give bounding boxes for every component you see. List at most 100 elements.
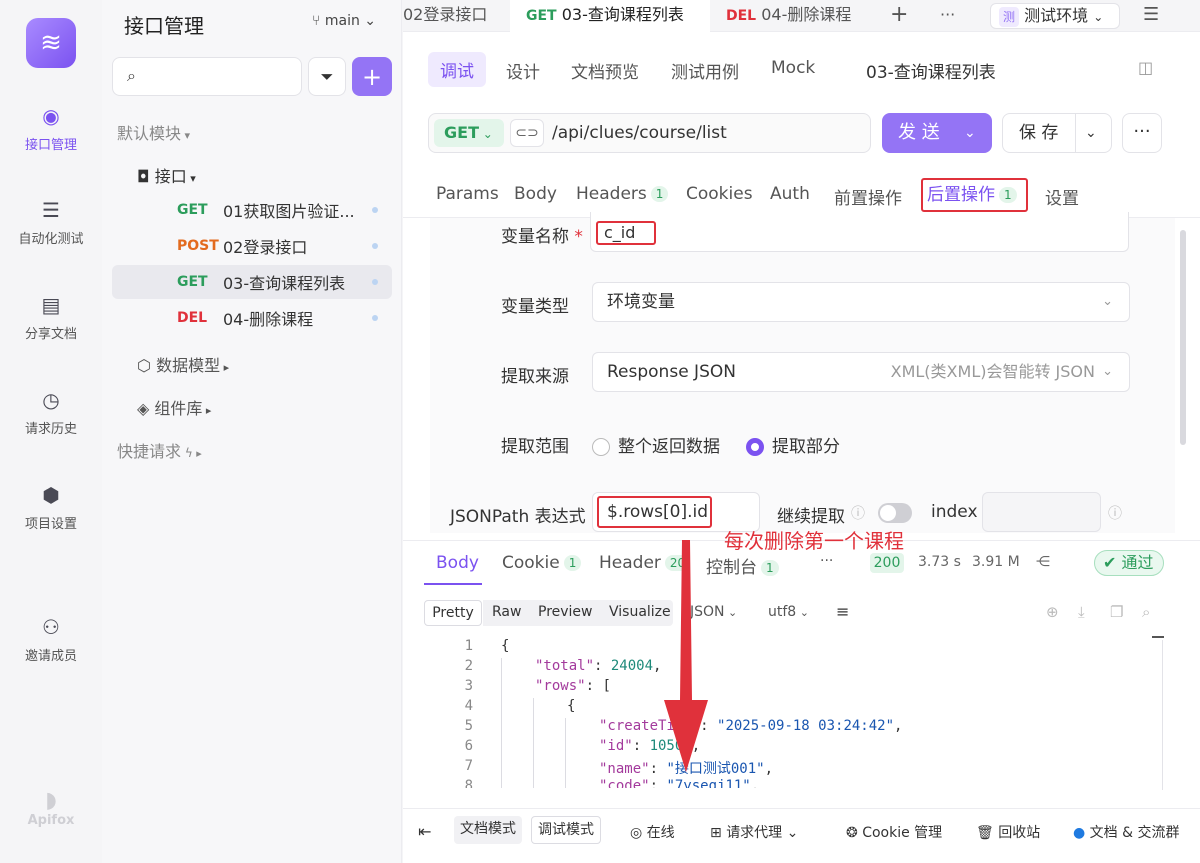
method-selector[interactable]: GET ⌄ bbox=[434, 119, 504, 147]
var-name-input[interactable]: c_id bbox=[596, 221, 656, 245]
environment-selector[interactable]: 测 测试环境 ⌄ bbox=[990, 3, 1120, 29]
cookie-manager[interactable]: ❂ Cookie 管理 bbox=[846, 822, 942, 842]
send-button[interactable]: 发 送 ⌄ bbox=[882, 113, 992, 153]
count-badge: 1 bbox=[761, 560, 779, 576]
rail-item-invite[interactable]: ⚇ 邀请成员 bbox=[0, 615, 102, 664]
resp-tab-cookie[interactable]: Cookie 1 bbox=[502, 553, 582, 573]
var-type-select[interactable]: 环境变量 ⌄ bbox=[592, 282, 1130, 322]
branch-selector[interactable]: ⑂ main ⌄ bbox=[312, 13, 376, 29]
tree-quick-request[interactable]: 快捷请求 ϟ ▸ bbox=[117, 438, 202, 462]
status-dot bbox=[372, 243, 378, 249]
subtab-mock[interactable]: Mock bbox=[771, 58, 815, 78]
source-select[interactable]: Response JSON XML(类XML)会智能转 JSON ⌄ bbox=[592, 352, 1130, 392]
scope-part-radio[interactable]: 提取部分 bbox=[746, 432, 840, 457]
rail-item-history[interactable]: ◷ 请求历史 bbox=[0, 388, 102, 437]
tree-folder-interfaces[interactable]: ◘ 接口 ▾ bbox=[137, 163, 196, 187]
tab-post-operation[interactable]: 后置操作 1 bbox=[921, 178, 1028, 212]
status-dot bbox=[372, 207, 378, 213]
tree-components[interactable]: ◈ 组件库 ▸ bbox=[137, 395, 211, 419]
var-name-label: 变量名称 * bbox=[501, 227, 583, 247]
wrap-icon[interactable]: ≡ bbox=[836, 600, 849, 626]
collapse-panel-icon[interactable]: ⇤ bbox=[418, 822, 431, 841]
tab-params[interactable]: Params bbox=[436, 184, 499, 204]
format-visualize[interactable]: Visualize bbox=[609, 600, 671, 626]
download-icon[interactable]: ⤓ bbox=[1078, 600, 1085, 626]
rail-item-automation[interactable]: ☰ 自动化测试 bbox=[0, 198, 102, 247]
tab-cookies[interactable]: Cookies bbox=[686, 184, 753, 204]
format-preview[interactable]: Preview bbox=[538, 600, 593, 626]
new-tab-button[interactable]: + bbox=[890, 0, 908, 32]
chevron-down-icon[interactable]: ⌄ bbox=[964, 113, 976, 153]
caret-right-icon: ▸ bbox=[220, 361, 230, 374]
online-status[interactable]: ◎ 在线 bbox=[630, 822, 675, 842]
scope-whole-radio[interactable]: 整个返回数据 bbox=[592, 432, 720, 457]
rail-item-project-settings[interactable]: ⬢ 项目设置 bbox=[0, 483, 102, 532]
tree-api-item[interactable]: GET 01获取图片验证... bbox=[112, 193, 392, 227]
scroll-top-icon[interactable]: ⊕ bbox=[1046, 600, 1059, 626]
jsonpath-label: JSONPath 表达式 bbox=[450, 507, 586, 527]
tab-settings[interactable]: 设置 bbox=[1045, 184, 1079, 209]
menu-icon[interactable]: ☰ bbox=[1143, 0, 1159, 32]
tab-pre-operation[interactable]: 前置操作 bbox=[834, 184, 902, 209]
help-icon[interactable]: ⓘ bbox=[851, 503, 865, 523]
response-code-view[interactable]: 1 { 2 "total": 24004, 3 "rows": [ 4 { 5 … bbox=[403, 636, 1163, 788]
tree-search-input[interactable]: ⌕ bbox=[112, 57, 302, 96]
more-horizontal-icon[interactable]: ··· bbox=[820, 553, 833, 569]
api-folder-icon: ◘ bbox=[137, 167, 150, 186]
rail-item-api-management[interactable]: ◉ 接口管理 bbox=[0, 104, 102, 153]
code-scrollbar[interactable] bbox=[1152, 636, 1164, 638]
doc-mode-button[interactable]: 文档模式 bbox=[454, 816, 522, 844]
tab-more-button[interactable]: ··· bbox=[940, 0, 955, 32]
app-logo-icon[interactable]: ≋ bbox=[26, 18, 76, 68]
tree-api-item[interactable]: DEL 04-删除课程 bbox=[112, 301, 392, 335]
format-pretty[interactable]: Pretty bbox=[424, 600, 482, 626]
format-raw[interactable]: Raw bbox=[492, 600, 521, 626]
divider bbox=[1075, 114, 1076, 152]
tab-course-list[interactable]: GET 03-查询课程列表 bbox=[510, 0, 710, 32]
tree-api-item-selected[interactable]: GET 03-查询课程列表 bbox=[112, 265, 392, 299]
debug-mode-button[interactable]: 调试模式 bbox=[531, 816, 601, 844]
filter-button[interactable]: ⏷ bbox=[308, 57, 346, 96]
proxy-menu[interactable]: ⊞ 请求代理 ⌄ bbox=[710, 822, 798, 842]
filter-icon: ⏷ bbox=[320, 66, 334, 86]
tab-delete-course[interactable]: DEL 04-删除课程 bbox=[712, 0, 872, 32]
subtab-debug[interactable]: 调试 bbox=[428, 52, 486, 87]
tab-body[interactable]: Body bbox=[514, 184, 557, 204]
resp-tab-console[interactable]: 控制台 1 bbox=[706, 553, 779, 578]
link-icon[interactable]: ⊂⊃ bbox=[510, 119, 544, 147]
copy-icon[interactable]: ❐ bbox=[1110, 600, 1123, 626]
recycle-bin[interactable]: 🗑 回收站 bbox=[976, 822, 1040, 842]
jsonpath-input[interactable]: $.rows[0].id bbox=[597, 496, 712, 528]
check-circle-icon: ◎ bbox=[630, 825, 643, 841]
subtab-test-cases[interactable]: 测试用例 bbox=[671, 58, 739, 83]
search-icon[interactable]: ⌕ bbox=[1142, 600, 1150, 626]
save-button[interactable]: 保 存 ⌄ bbox=[1002, 113, 1112, 153]
panel-scrollbar[interactable] bbox=[1180, 230, 1186, 445]
share-icon[interactable]: ⋲ bbox=[1036, 554, 1050, 570]
resp-tab-body[interactable]: Body bbox=[436, 553, 479, 573]
index-input[interactable] bbox=[982, 492, 1101, 532]
subtab-doc-preview[interactable]: 文档预览 bbox=[571, 58, 639, 83]
tree-api-item[interactable]: POST 02登录接口 bbox=[112, 229, 392, 263]
index-label: index bbox=[931, 502, 978, 522]
url-input[interactable]: /api/clues/course/list bbox=[552, 123, 727, 143]
help-icon[interactable]: ⓘ bbox=[1108, 503, 1122, 523]
chevron-down-icon[interactable]: ⌄ bbox=[1085, 114, 1097, 152]
continue-extract-toggle[interactable] bbox=[878, 503, 912, 523]
code-line: { bbox=[501, 638, 510, 654]
add-api-button[interactable]: + bbox=[352, 57, 392, 96]
rail-item-share-docs[interactable]: ▤ 分享文档 bbox=[0, 293, 102, 342]
docs-community-link[interactable]: ● 文档 & 交流群 bbox=[1073, 822, 1180, 842]
tab-auth[interactable]: Auth bbox=[770, 184, 810, 204]
tab-login[interactable]: 02登录接口 bbox=[403, 0, 508, 32]
tree-data-model[interactable]: ⬡ 数据模型 ▸ bbox=[137, 352, 229, 376]
indent-guide bbox=[533, 698, 534, 788]
sidebar-toggle-icon[interactable]: ◫ bbox=[1138, 58, 1153, 77]
tree-default-module[interactable]: 默认模块 ▾ bbox=[117, 120, 190, 144]
tab-headers[interactable]: Headers 1 bbox=[576, 184, 669, 204]
encoding-selector[interactable]: utf8 ⌄ bbox=[768, 600, 809, 626]
search-icon: ⌕ bbox=[127, 66, 136, 85]
source-label: 提取来源 bbox=[501, 367, 569, 387]
subtab-design[interactable]: 设计 bbox=[506, 58, 540, 83]
more-options-button[interactable]: ··· bbox=[1122, 113, 1162, 153]
